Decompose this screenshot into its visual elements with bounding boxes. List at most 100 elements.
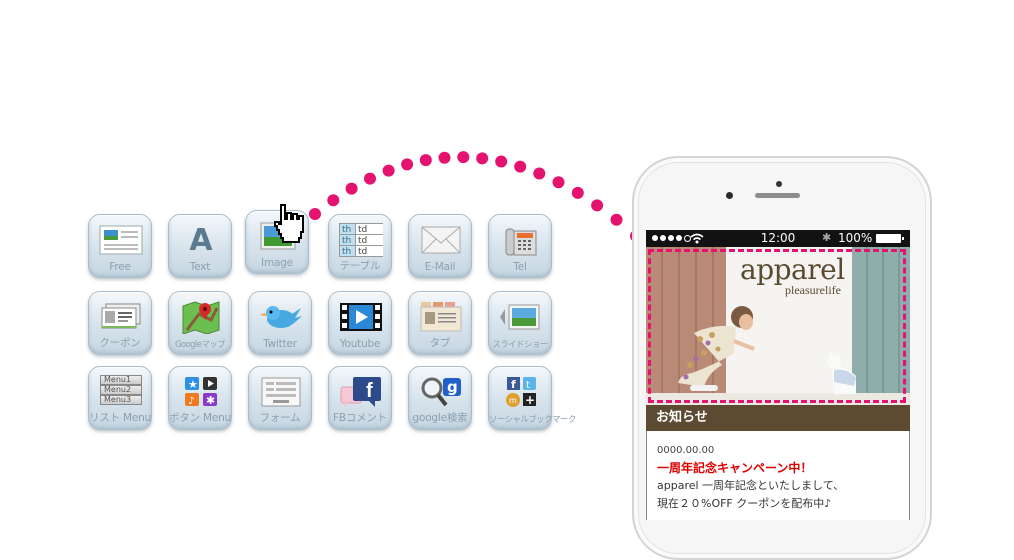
widget-label: ボタン Menu	[169, 412, 232, 424]
widget-label: Twitter	[263, 338, 297, 350]
widget-youtube[interactable]: Youtube	[328, 291, 392, 355]
notice-text-line: 現在２０%OFF クーポンを配布中♪	[657, 497, 832, 510]
widget-free[interactable]: Free	[88, 214, 152, 278]
button-menu-icon: ★ ♪ ✱	[179, 375, 223, 409]
table-td-1: td	[358, 225, 367, 235]
arc-dot	[591, 199, 604, 212]
facebook-comment-icon: f	[339, 375, 383, 409]
widget-label: スライドショー	[492, 340, 548, 350]
table-th-2: th	[342, 236, 351, 246]
list-menu-item: Menu1	[100, 375, 142, 385]
widget-label: E-Mail	[424, 261, 456, 273]
widget-button-menu[interactable]: ★ ♪ ✱ ボタン Menu	[168, 366, 232, 430]
arc-dot	[401, 158, 414, 171]
widget-social-bookmark[interactable]: f t m + ソーシャルブックマーク	[488, 366, 576, 430]
notice-text-line: apparel 一周年記念といたしまして、	[657, 479, 845, 492]
widget-label: リスト Menu	[89, 412, 152, 424]
widget-google-search[interactable]: g google検索	[408, 366, 472, 430]
social-bookmark-icon: f t m +	[499, 375, 543, 409]
widget-label: Tel	[513, 261, 527, 273]
svg-text:t: t	[526, 380, 530, 391]
telephone-icon	[499, 223, 543, 257]
list-menu-item: Menu3	[100, 395, 142, 405]
arc-dot	[438, 151, 451, 164]
list-menu-icon: Menu1 Menu2 Menu3	[99, 373, 143, 407]
widget-form[interactable]: フォーム	[248, 366, 312, 430]
arc-dot	[382, 164, 395, 177]
table-th-1: th	[342, 225, 351, 235]
tab-folder-icon	[419, 300, 463, 334]
widget-label: クーポン	[99, 337, 141, 349]
widget-label: Image	[261, 257, 293, 269]
drop-target-highlight	[648, 249, 906, 403]
widget-text[interactable]: A Text	[168, 214, 232, 278]
widget-label: Text	[189, 261, 211, 273]
google-search-icon: g	[419, 375, 463, 409]
widget-google-map[interactable]: Googleマップ	[168, 291, 232, 355]
arc-dot	[345, 182, 358, 195]
table-td-2: td	[358, 236, 367, 246]
svg-text:g: g	[447, 378, 458, 396]
widget-email[interactable]: E-Mail	[408, 214, 472, 278]
arc-dot	[457, 151, 470, 164]
widget-label: FBコメント	[332, 412, 388, 424]
google-map-icon	[179, 300, 223, 334]
text-a-icon: A	[189, 222, 213, 258]
svg-text:m: m	[509, 396, 517, 405]
notice-header: お知らせ	[646, 405, 910, 431]
twitter-bird-icon	[259, 300, 303, 334]
svg-text:f: f	[366, 380, 373, 402]
proximity-sensor	[776, 181, 782, 187]
widget-label: ソーシャルブックマーク	[489, 415, 576, 425]
notice-body: 0000.00.00 一周年記念キャンペーン中！ apparel 一周年記念とい…	[646, 431, 910, 520]
video-film-icon	[339, 300, 383, 334]
form-icon	[259, 375, 303, 409]
widget-label: テーブル	[339, 260, 381, 272]
arc-dot	[552, 176, 565, 189]
notice-date: 0000.00.00	[657, 445, 715, 456]
widget-label: Youtube	[339, 338, 381, 350]
front-camera	[726, 192, 733, 199]
hand-pointer-icon	[273, 203, 313, 253]
arc-dot	[495, 155, 508, 168]
widget-tel[interactable]: Tel	[488, 214, 552, 278]
svg-text:★: ★	[188, 378, 198, 391]
widget-label: google検索	[412, 412, 468, 424]
svg-text:f: f	[511, 378, 516, 391]
notice-title[interactable]: 一周年記念キャンペーン中！	[657, 459, 899, 476]
widget-coupon[interactable]: クーポン	[88, 291, 152, 355]
widget-tab[interactable]: タブ	[408, 291, 472, 355]
envelope-icon	[419, 223, 463, 257]
arc-dot	[514, 160, 527, 173]
earpiece-speaker	[755, 193, 800, 198]
svg-text:+: +	[525, 393, 535, 407]
svg-text:✱: ✱	[206, 394, 215, 407]
svg-text:♪: ♪	[188, 396, 194, 407]
widget-list-menu[interactable]: Menu1 Menu2 Menu3 リスト Menu	[88, 366, 152, 430]
slideshow-icon	[499, 300, 543, 334]
arc-dot	[364, 172, 376, 185]
arc-dot	[533, 167, 546, 180]
widget-table[interactable]: th td th td th td テーブル	[328, 214, 392, 278]
widget-slideshow[interactable]: スライドショー	[488, 291, 552, 355]
arc-dot	[610, 213, 623, 226]
table-td-3: td	[358, 247, 367, 257]
table-icon: th td th td th td	[339, 223, 383, 257]
phone-screen: 12:00 ✱ 100% apparel pleasurelife お知らせ 0…	[646, 230, 910, 520]
arc-dot	[571, 186, 584, 199]
bluetooth-icon: ✱	[822, 231, 832, 244]
widget-fb-comment[interactable]: f FBコメント	[328, 366, 392, 430]
arc-dot	[476, 152, 489, 165]
arc-dot	[419, 154, 432, 167]
status-bar: 12:00 ✱ 100%	[646, 230, 910, 247]
free-layout-icon	[99, 223, 143, 257]
widget-label: フォーム	[259, 412, 301, 424]
battery-icon	[876, 234, 904, 243]
coupon-icon	[99, 300, 143, 334]
battery-percent: 100%	[838, 231, 873, 245]
widget-label: Googleマップ	[174, 340, 226, 350]
list-menu-item: Menu2	[100, 385, 142, 395]
widget-twitter[interactable]: Twitter	[248, 291, 312, 355]
widget-label: Free	[109, 261, 131, 273]
widget-label: タブ	[429, 337, 451, 349]
